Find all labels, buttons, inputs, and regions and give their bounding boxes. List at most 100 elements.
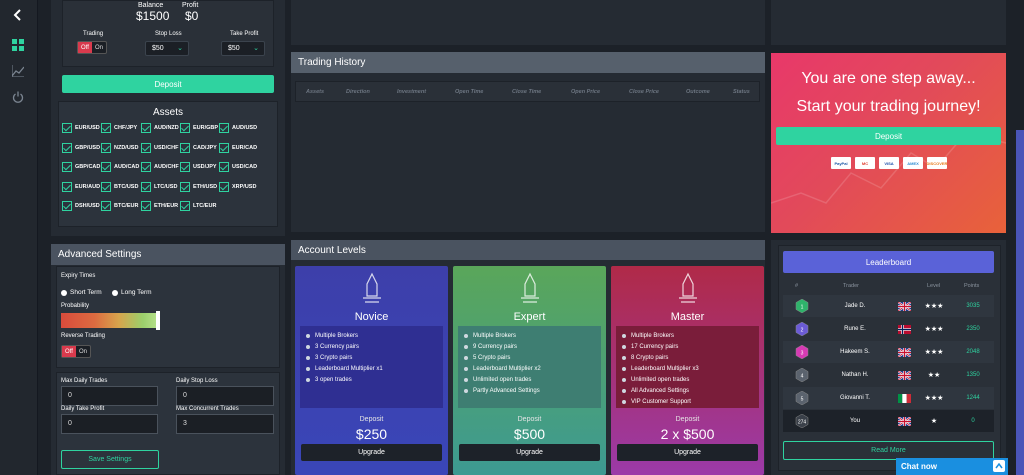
promo-deposit-button[interactable]: Deposit (776, 127, 1001, 145)
asset-label: EUR/AUD (75, 183, 101, 190)
feature-item: 5 Crypto pairs (464, 352, 595, 363)
trading-toggle[interactable]: Off On (77, 41, 107, 54)
asset-label: USD/JPY (193, 164, 217, 170)
asset-label: USD/CHF (154, 144, 179, 151)
save-settings-button[interactable]: Save Settings (61, 450, 159, 469)
asset-checkbox[interactable]: GBP/USD (62, 142, 101, 153)
asset-checkbox[interactable]: USD/JPY (180, 162, 217, 172)
checkbox-icon (101, 142, 111, 153)
table-row: 5 Giovanni T. ★★★ 1244 (783, 387, 994, 409)
svg-text:274: 274 (798, 420, 807, 426)
asset-checkbox[interactable]: EUR/AUD (62, 181, 101, 192)
asset-label: USD/CAD (232, 164, 258, 170)
chart-icon[interactable] (8, 62, 28, 80)
asset-checkbox[interactable]: CHF/JPY (101, 123, 137, 133)
asset-checkbox[interactable]: AUD/NZD (141, 123, 179, 133)
asset-checkbox[interactable]: AUD/CAD (101, 162, 139, 172)
asset-checkbox[interactable]: AUD/USD (219, 123, 257, 133)
level-card-expert: Expert Multiple Brokers 9 Currency pairs 5 … (453, 266, 606, 475)
asset-checkbox[interactable]: CAD/JPY (180, 142, 217, 153)
max-concurrent-label: Max Concurrent Trades (176, 406, 239, 412)
points-value: 2350 (966, 326, 980, 332)
asset-label: EUR/USD (75, 125, 100, 131)
table-row: 274 You ★ 0 (783, 410, 994, 432)
scrollbar[interactable] (1016, 130, 1024, 475)
checkbox-icon (180, 142, 190, 153)
reverse-trading-toggle[interactable]: Off On (61, 345, 91, 358)
points-value: 0 (971, 418, 975, 424)
lb-col-rank: # (795, 283, 799, 289)
payment-card-logo: DISCOVER (927, 157, 947, 169)
asset-checkbox[interactable]: USD/CAD (219, 162, 257, 172)
checkbox-icon (101, 201, 111, 211)
asset-label: DSH/USD (75, 203, 100, 209)
upgrade-button[interactable]: Upgrade (301, 444, 442, 461)
deposit-button[interactable]: Deposit (62, 75, 274, 93)
asset-checkbox[interactable]: LTC/USD (141, 181, 177, 192)
asset-label: ETH/USD (193, 183, 218, 190)
asset-checkbox[interactable]: USD/CHF (141, 142, 179, 153)
radio-icon (112, 289, 118, 296)
rank-badge: 5 (795, 390, 809, 406)
right-top-box (771, 0, 1006, 45)
asset-checkbox[interactable]: LTC/EUR (180, 201, 216, 211)
long-term-radio[interactable]: Long Term (112, 289, 152, 296)
leaderboard-title[interactable]: Leaderboard (783, 251, 994, 273)
upgrade-button[interactable]: Upgrade (617, 444, 758, 461)
asset-checkbox[interactable]: GBP/CAD (62, 162, 100, 172)
short-term-radio[interactable]: Short Term (61, 289, 102, 296)
trading-history-panel: Trading History (291, 52, 765, 232)
deposit-label: Deposit (359, 416, 384, 423)
chevron-down-icon: ⌄ (253, 45, 259, 52)
checkbox-icon (180, 162, 190, 172)
table-row: 3 Hakeem S. ★★★ 2048 (783, 341, 994, 363)
account-levels-title: Account Levels (291, 240, 765, 260)
asset-checkbox[interactable]: BTC/USD (101, 181, 139, 192)
power-icon[interactable] (8, 88, 28, 106)
history-column-header: Outcome (686, 89, 710, 95)
asset-checkbox[interactable]: BTC/EUR (101, 201, 138, 211)
asset-checkbox[interactable]: EUR/GBP (180, 123, 218, 133)
chat-now-button[interactable]: Chat now (896, 458, 1008, 475)
daily-take-profit-input[interactable]: 0 (61, 414, 158, 434)
stop-loss-value: $50 (152, 45, 164, 52)
daily-stop-loss-input[interactable]: 0 (176, 386, 274, 406)
dashboard-icon[interactable] (8, 36, 28, 54)
asset-checkbox[interactable]: EUR/USD (62, 123, 100, 133)
max-concurrent-input[interactable]: 3 (176, 414, 274, 434)
asset-label: BTC/USD (114, 183, 139, 190)
feature-item: 9 Currency pairs (464, 341, 595, 352)
checkbox-icon (180, 181, 190, 192)
asset-label: GBP/USD (75, 144, 101, 151)
stop-loss-select[interactable]: $50 ⌄ (145, 41, 189, 56)
flag-icon (897, 346, 912, 358)
chart-area (291, 0, 765, 45)
short-term-label: Short Term (70, 289, 102, 296)
asset-checkbox[interactable]: EUR/CAD (219, 142, 257, 153)
asset-checkbox[interactable]: DSH/USD (62, 201, 100, 211)
table-row: 2 Rune E. ★★★ 2350 (783, 318, 994, 340)
side-nav (0, 0, 38, 475)
take-profit-label: Take Profit (230, 31, 259, 37)
take-profit-select[interactable]: $50 ⌄ (221, 41, 265, 56)
max-daily-trades-input[interactable]: 0 (61, 386, 158, 406)
history-column-header: Direction (346, 89, 370, 95)
toggle-off: Off (78, 42, 92, 53)
payment-card-logo: MC (855, 157, 875, 169)
assets-title: Assets (152, 107, 183, 118)
asset-checkbox[interactable]: ETH/EUR (141, 201, 178, 211)
svg-text:3: 3 (801, 351, 804, 357)
daily-take-profit-label: Daily Take Profit (61, 406, 105, 412)
asset-checkbox[interactable]: ETH/USD (180, 181, 218, 192)
asset-checkbox[interactable]: XRP/USD (219, 181, 256, 192)
asset-label: LTC/EUR (193, 203, 217, 209)
lb-col-points: Points (964, 283, 980, 289)
asset-checkbox[interactable]: NZD/USD (101, 142, 138, 153)
slider-handle[interactable] (156, 311, 160, 330)
chevron-left-icon[interactable] (8, 6, 28, 24)
history-column-header: Close Price (629, 89, 659, 95)
upgrade-button[interactable]: Upgrade (459, 444, 600, 461)
probability-slider[interactable] (61, 311, 160, 330)
max-daily-trades-label: Max Daily Trades (61, 378, 108, 384)
asset-checkbox[interactable]: AUD/CHF (141, 162, 179, 172)
